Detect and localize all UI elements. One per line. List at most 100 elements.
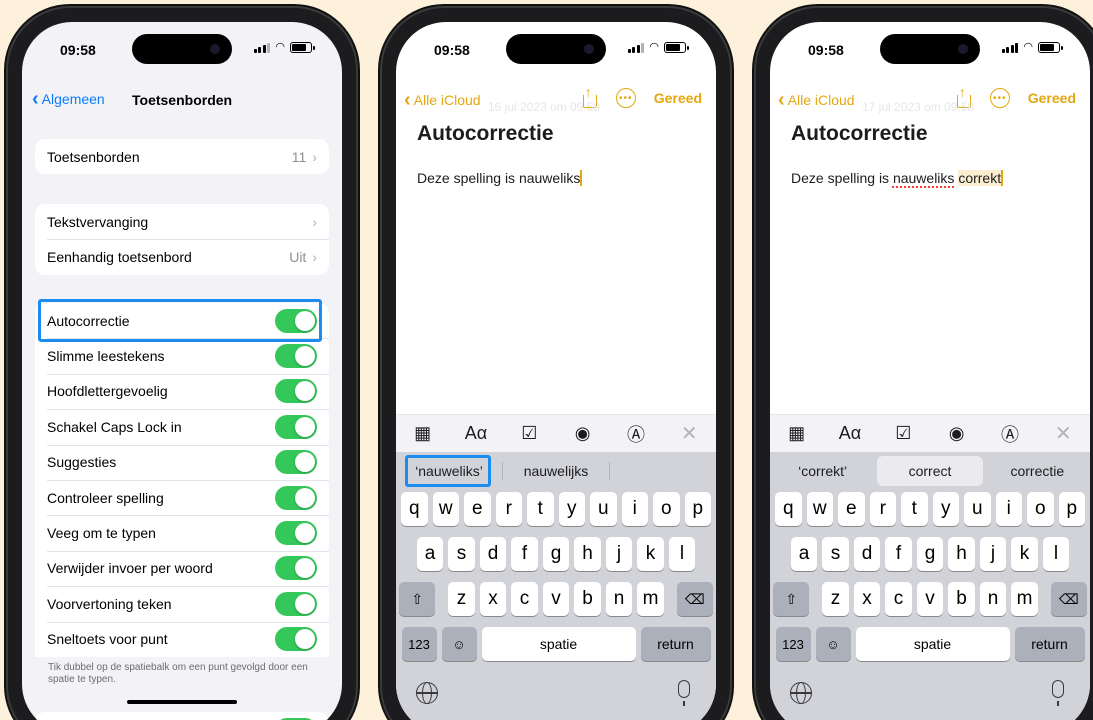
key-o[interactable]: o [1027,492,1054,526]
close-icon[interactable]: ✕ [676,421,702,446]
key-o[interactable]: o [653,492,680,526]
shift-key[interactable]: ⇧ [399,582,436,616]
key-g[interactable]: g [542,537,570,571]
suggestion-original[interactable]: ‘correkt’ [770,463,875,479]
misspelled-word[interactable]: nauweliks [893,170,954,186]
key-e[interactable]: e [838,492,865,526]
camera-icon[interactable]: ◉ [944,423,970,444]
key-w[interactable]: w [432,492,459,526]
text-format-icon[interactable]: Aα [463,423,489,444]
key-m[interactable]: m [1011,582,1038,616]
suggestion-selected[interactable]: correct [877,456,983,486]
numbers-key[interactable]: 123 [775,627,811,661]
key-i[interactable]: i [621,492,648,526]
back-button[interactable]: ‹ Alle iCloud [778,90,855,110]
key-b[interactable]: b [574,582,601,616]
key-k[interactable]: k [1011,537,1038,571]
emoji-key[interactable]: ☺ [441,627,477,661]
key-f[interactable]: f [885,537,912,571]
key-v[interactable]: v [542,582,570,616]
key-t[interactable]: t [901,492,928,526]
key-q[interactable]: q [401,492,428,526]
key-c[interactable]: c [885,582,912,616]
key-l[interactable]: l [668,537,696,571]
key-w[interactable]: w [806,492,833,526]
key-v[interactable]: v [916,582,944,616]
globe-icon[interactable] [416,682,438,704]
table-icon[interactable]: ▦ [784,423,810,444]
key-f[interactable]: f [511,537,538,571]
key-p[interactable]: p [684,492,711,526]
settings-row-keyboards[interactable]: Toetsenborden 11 › [35,139,329,174]
key-x[interactable]: x [479,582,507,616]
suggestion-correction[interactable]: nauwelijks [503,463,609,479]
numbers-key[interactable]: 123 [401,627,437,661]
key-a[interactable]: a [416,537,444,571]
key-r[interactable]: r [495,492,522,526]
caps-lock-toggle[interactable] [275,414,317,439]
table-icon[interactable]: ▦ [410,423,436,444]
markup-icon[interactable]: Ⓐ [997,421,1023,447]
key-b[interactable]: b [948,582,975,616]
done-button[interactable]: Gereed [654,90,702,106]
note-body[interactable]: Deze spelling is nauweliks correkt [791,170,1003,186]
backspace-key[interactable]: ⌫ [1050,582,1087,616]
char-preview-toggle[interactable] [275,591,317,616]
emoji-key[interactable]: ☺ [815,627,851,661]
key-q[interactable]: q [775,492,802,526]
checklist-icon[interactable]: ☑ [516,423,542,444]
settings-row-one-handed[interactable]: Eenhandig toetsenbord Uit › [35,239,329,274]
key-z[interactable]: z [448,582,475,616]
key-m[interactable]: m [637,582,664,616]
key-z[interactable]: z [822,582,849,616]
return-key[interactable]: return [1014,627,1085,661]
key-y[interactable]: y [932,492,959,526]
key-n[interactable]: n [979,582,1007,616]
key-j[interactable]: j [605,537,633,571]
highlighted-word[interactable]: correkt [958,170,1002,186]
camera-icon[interactable]: ◉ [570,423,596,444]
key-e[interactable]: e [464,492,491,526]
checklist-icon[interactable]: ☑ [890,423,916,444]
key-j[interactable]: j [979,537,1007,571]
done-button[interactable]: Gereed [1028,90,1076,106]
markup-icon[interactable]: Ⓐ [623,421,649,447]
text-format-icon[interactable]: Aα [837,423,863,444]
key-k[interactable]: k [637,537,664,571]
space-key[interactable]: spatie [855,627,1010,661]
key-s[interactable]: s [822,537,849,571]
note-body[interactable]: Deze spelling is nauweliks [417,170,582,186]
back-button[interactable]: ‹ Alle iCloud [404,90,481,110]
check-spelling-toggle[interactable] [275,485,317,510]
auto-capitalization-toggle[interactable] [275,379,317,404]
globe-icon[interactable] [790,682,812,704]
key-d[interactable]: d [853,537,881,571]
key-c[interactable]: c [511,582,538,616]
key-r[interactable]: r [869,492,896,526]
return-key[interactable]: return [640,627,711,661]
key-u[interactable]: u [590,492,617,526]
close-icon[interactable]: ✕ [1050,421,1076,446]
key-n[interactable]: n [605,582,633,616]
key-l[interactable]: l [1042,537,1070,571]
more-icon[interactable]: ••• [989,88,1010,108]
key-p[interactable]: p [1058,492,1085,526]
key-h[interactable]: h [574,537,601,571]
more-icon[interactable]: ••• [615,88,636,108]
key-t[interactable]: t [527,492,554,526]
period-shortcut-toggle[interactable] [275,627,317,652]
key-a[interactable]: a [790,537,818,571]
microphone-icon[interactable] [678,680,690,706]
delete-word-toggle[interactable] [275,556,317,581]
key-d[interactable]: d [479,537,507,571]
smart-punctuation-toggle[interactable] [275,344,317,369]
key-h[interactable]: h [948,537,975,571]
back-button[interactable]: ‹ Algemeen [32,89,105,109]
microphone-icon[interactable] [1052,680,1064,706]
predictive-toggle[interactable] [275,450,317,475]
key-x[interactable]: x [853,582,881,616]
key-i[interactable]: i [995,492,1022,526]
key-s[interactable]: s [448,537,475,571]
space-key[interactable]: spatie [481,627,636,661]
shift-key[interactable]: ⇧ [773,582,810,616]
